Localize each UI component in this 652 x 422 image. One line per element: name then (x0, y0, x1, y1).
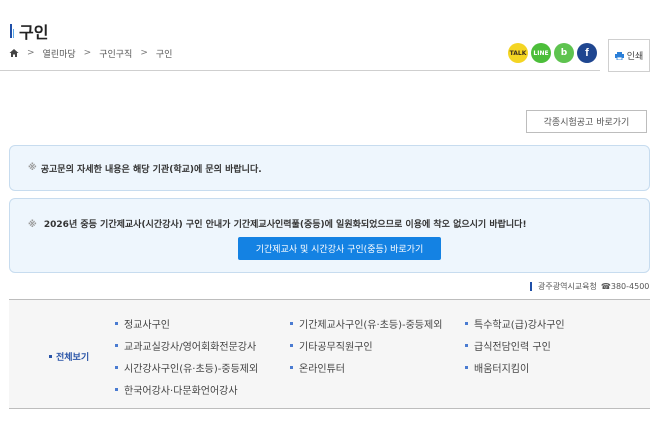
notice-text: 공고문의 자세한 내용은 해당 기관(학교)에 문의 바랍니다. (40, 164, 262, 175)
bullet-icon (115, 365, 118, 369)
bullet-icon (465, 365, 468, 369)
breadcrumb: > 열린마당 > 구인구직 > 구인 (8, 46, 172, 60)
bullet-icon (115, 321, 118, 325)
category-link-meal-staff[interactable]: 급식전담인력 구인 (465, 334, 645, 356)
category-link-label: 한국어강사·다문화언어강사 (124, 385, 238, 397)
category-link-label: 온라인튜터 (299, 363, 345, 375)
all-view-label: 전체보기 (49, 350, 89, 363)
all-categories-box: 전체보기 정교사구인 기간제교사구인(유·초등)-중등제외 특수학교(급)강사구… (9, 299, 650, 409)
category-link-classroom-instructor[interactable]: 교과교실강사/영어회화전문강사 (115, 334, 290, 356)
category-link-school-guard[interactable]: 배움터지킴이 (465, 356, 645, 378)
category-link-label: 특수학교(급)강사구인 (474, 319, 565, 331)
contact-phone: 380-4500 (610, 282, 650, 291)
breadcrumb-item-jobs[interactable]: 구인구직 (99, 47, 132, 60)
category-link-temp-teacher[interactable]: 기간제교사구인(유·초등)-중등제외 (290, 312, 465, 334)
contact-bar (530, 282, 532, 291)
category-link-label: 교과교실강사/영어회화전문강사 (124, 341, 257, 353)
category-link-label: 시간강사구인(유·초등)-중등제외 (124, 363, 259, 375)
page-title: 구인 (19, 23, 49, 42)
print-button[interactable]: 인쇄 (608, 39, 650, 72)
notice-mark: ※ (28, 163, 37, 173)
bullet-icon (465, 321, 468, 325)
home-icon[interactable] (8, 48, 19, 59)
print-label: 인쇄 (626, 51, 644, 61)
band-share-icon[interactable]: b (554, 43, 574, 63)
notice-text: 2026년 중등 기간제교사(시간강사) 구인 안내가 기간제교사인력풀(중등)… (43, 220, 527, 230)
category-link-label: 기간제교사구인(유·초등)-중등제외 (299, 319, 443, 331)
header-divider (0, 70, 600, 71)
category-link-label: 기타공무직원구인 (299, 341, 373, 353)
category-link-part-time-instructor[interactable]: 시간강사구인(유·초등)-중등제외 (115, 356, 290, 378)
category-link-label: 배움터지킴이 (474, 363, 530, 375)
contact-info: 광주광역시교육청 ☎ 380-4500 (530, 281, 649, 292)
notice-substitute-teacher: ※ 2026년 중등 기간제교사(시간강사) 구인 안내가 기간제교사인력풀(중… (9, 198, 650, 273)
breadcrumb-item-open-forum[interactable]: 열린마당 (43, 47, 76, 60)
exam-notice-shortcut-button[interactable]: 각종시험공고 바로가기 (526, 110, 647, 133)
page-title-bar: 구인 (10, 20, 48, 42)
bullet-icon (290, 321, 293, 325)
facebook-share-icon[interactable]: f (577, 43, 597, 63)
line-share-icon[interactable]: LINE (531, 43, 551, 63)
bullet-icon (115, 343, 118, 347)
kakaotalk-share-icon[interactable]: TALK (508, 43, 528, 63)
category-link-regular-teacher[interactable]: 정교사구인 (115, 312, 290, 334)
bullet-icon (49, 355, 52, 358)
title-mark-icon (10, 24, 14, 38)
breadcrumb-item-current: 구인 (155, 49, 173, 60)
bullet-icon (290, 365, 293, 369)
breadcrumb-separator: > (140, 48, 148, 58)
phone-icon: ☎ (600, 282, 611, 291)
substitute-teacher-pool-button[interactable]: 기간제교사 및 시간강사 구인(중등) 바로가기 (238, 237, 441, 260)
notice-mark: ※ (28, 220, 37, 230)
category-link-special-school[interactable]: 특수학교(급)강사구인 (465, 312, 645, 334)
category-link-label: 급식전담인력 구인 (474, 341, 551, 353)
all-view-text: 전체보기 (56, 353, 90, 363)
share-buttons: TALK LINE b f (508, 43, 597, 63)
category-link-label: 정교사구인 (124, 319, 170, 331)
contact-organization: 광주광역시교육청 (538, 282, 597, 291)
notice-contact-institution: ※ 공고문의 자세한 내용은 해당 기관(학교)에 문의 바랍니다. (9, 145, 650, 191)
bullet-icon (115, 387, 118, 391)
breadcrumb-separator: > (27, 48, 35, 58)
bullet-icon (465, 343, 468, 347)
breadcrumb-separator: > (83, 48, 92, 58)
category-link-korean-instructor[interactable]: 한국어강사·다문화언어강사 (115, 378, 290, 400)
printer-icon (614, 51, 624, 60)
bullet-icon (290, 343, 293, 347)
category-links: 정교사구인 기간제교사구인(유·초등)-중등제외 특수학교(급)강사구인 교과교… (115, 312, 650, 400)
category-link-online-tutor[interactable]: 온라인튜터 (290, 356, 465, 378)
category-link-other-staff[interactable]: 기타공무직원구인 (290, 334, 465, 356)
